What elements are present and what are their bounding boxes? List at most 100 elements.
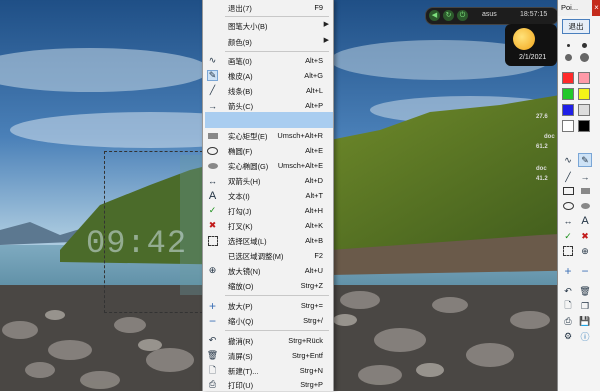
- copy-icon[interactable]: ❐: [578, 299, 592, 313]
- cross-icon[interactable]: ✖: [578, 229, 592, 243]
- info-icon[interactable]: ⓘ: [578, 329, 592, 343]
- text-icon: A: [208, 189, 217, 202]
- pointofix-palette: ∿ ✎ ╱ → ↔ A ✓ ✖ ⊕ + − ↶ 🗑 🗋 ❐ ⎙ 💾 ⚙ ⓘ: [557, 16, 600, 391]
- select-area-icon: [207, 235, 218, 246]
- menu-item-new[interactable]: 🗋 新建(T)... Strg+N: [203, 363, 333, 378]
- checkmark-icon: ✓: [208, 205, 217, 215]
- pen-icon: ∿: [208, 55, 217, 65]
- rect-icon[interactable]: [561, 184, 575, 198]
- power-icon[interactable]: ⏻: [457, 10, 468, 21]
- print-icon[interactable]: ⎙: [561, 314, 575, 328]
- menu-item-text[interactable]: A 文本(I) Alt+T: [203, 188, 333, 203]
- ellipse-icon[interactable]: [561, 199, 575, 213]
- line-icon: ╱: [209, 85, 216, 95]
- menu-item-zoom[interactable]: 缩放(O) Strg+Z: [203, 278, 333, 293]
- magnifier-icon[interactable]: ⊕: [578, 244, 592, 258]
- host-name: asus: [482, 11, 497, 18]
- menu-item-pen-size[interactable]: 图笔大小(B) ▶: [203, 18, 333, 33]
- weather-date: 2/1/2021: [519, 54, 547, 61]
- selection-rectangle[interactable]: [104, 151, 208, 313]
- print-icon: ⎙: [208, 379, 217, 389]
- menu-item-color[interactable]: 颜色(9) ▶: [203, 34, 333, 49]
- save-icon[interactable]: 💾: [578, 314, 592, 328]
- arrow-icon[interactable]: →: [578, 170, 592, 184]
- double-arrow-icon[interactable]: ↔: [561, 214, 575, 228]
- filled-rect-icon: [207, 130, 218, 141]
- pointofix-titlebar: Poi... ×: [557, 0, 600, 16]
- menu-item-pen[interactable]: ∿ 画笔(0) Alt+S: [203, 53, 333, 68]
- color-swatch-pink[interactable]: [578, 72, 590, 84]
- pen-size-xlarge[interactable]: [580, 53, 589, 62]
- new-file-icon[interactable]: 🗋: [561, 299, 575, 313]
- menu-item-print[interactable]: ⎙ 打印(U) Strg+P: [203, 377, 333, 392]
- menu-item-arrow[interactable]: → 箭头(C) Alt+P: [203, 98, 333, 113]
- back-icon[interactable]: ◀: [429, 10, 440, 21]
- menu-item-ellipse[interactable]: 椭圆(F) Alt+E: [203, 143, 333, 158]
- menu-hover-highlight: [205, 112, 333, 128]
- menu-item-select-area[interactable]: 选择区域(L) Alt+B: [203, 233, 333, 248]
- menu-item-cross[interactable]: ✖ 打叉(K) Alt+K: [203, 218, 333, 233]
- color-swatch-green[interactable]: [562, 88, 574, 100]
- checkmark-icon[interactable]: ✓: [561, 229, 575, 243]
- exit-button[interactable]: 退出: [562, 19, 590, 34]
- new-file-icon: 🗋: [208, 364, 217, 375]
- text-icon[interactable]: A: [578, 214, 592, 228]
- menu-item-exit[interactable]: 退出(7) F9: [203, 0, 333, 15]
- color-swatch-black[interactable]: [578, 120, 590, 132]
- zoom-in-icon[interactable]: +: [561, 264, 575, 278]
- filled-ellipse-icon[interactable]: [578, 199, 592, 213]
- undo-icon[interactable]: ↶: [561, 284, 575, 298]
- magnifier-icon: ⊕: [208, 265, 217, 275]
- menu-item-double-arrow[interactable]: ↔ 双箭头(H) Alt+D: [203, 173, 333, 188]
- menu-item-zoom-out[interactable]: − 缩小(Q) Strg+/: [203, 313, 333, 328]
- menu-item-adjust-selection[interactable]: 已选区域调整(M) F2: [203, 248, 333, 263]
- pen-size-large[interactable]: [565, 54, 572, 61]
- close-icon[interactable]: ×: [592, 0, 600, 16]
- system-time: 18:57:15: [520, 11, 548, 18]
- menu-item-magnifier[interactable]: ⊕ 放大镜(N) Alt+U: [203, 263, 333, 278]
- ellipse-icon: [207, 145, 218, 156]
- gauge-label: doc: [544, 134, 555, 140]
- menu-item-eraser[interactable]: ✎ 橡皮(A) Alt+G: [203, 68, 333, 83]
- gauge-value: 27.6: [536, 114, 548, 120]
- menu-item-clear[interactable]: 🗑 清屏(S) Strg+Entf: [203, 348, 333, 363]
- color-swatch-white[interactable]: [562, 120, 574, 132]
- menu-separator: [225, 295, 329, 296]
- cross-icon: ✖: [208, 220, 217, 230]
- menu-item-zoom-in[interactable]: + 放大(P) Strg+=: [203, 298, 333, 313]
- color-swatch-red[interactable]: [562, 72, 574, 84]
- zoom-out-icon[interactable]: −: [578, 264, 592, 278]
- submenu-arrow-icon: ▶: [323, 37, 329, 44]
- menu-item-filled-ellipse[interactable]: 实心椭圆(G) Umsch+Alt+E: [203, 158, 333, 173]
- line-icon[interactable]: ╱: [561, 170, 575, 184]
- gauge-label: doc: [536, 166, 547, 172]
- color-swatch-gray[interactable]: [578, 104, 590, 116]
- pen-size-medium[interactable]: [582, 43, 587, 48]
- menu-item-filled-rect[interactable]: 实心矩型(E) Umsch+Alt+R: [203, 128, 333, 143]
- menu-separator: [225, 330, 329, 331]
- trash-icon[interactable]: 🗑: [578, 284, 592, 298]
- arrow-icon: →: [208, 100, 217, 111]
- menu-item-line[interactable]: ╱ 线条(B) Alt+L: [203, 83, 333, 98]
- system-status-widget: ◀ ↻ ⏻ asus 18:57:15: [425, 7, 559, 25]
- select-area-icon[interactable]: [561, 244, 575, 258]
- color-swatch-blue[interactable]: [562, 104, 574, 116]
- gauge-value: 41.2: [536, 176, 548, 182]
- menu-item-undo[interactable]: ↶ 撤消(R) Strg+Rück: [203, 333, 333, 348]
- menu-separator: [225, 16, 329, 17]
- filled-ellipse-icon: [207, 160, 218, 171]
- undo-icon: ↶: [208, 335, 217, 345]
- zoom-in-icon: +: [208, 298, 216, 313]
- pen-icon[interactable]: ∿: [561, 153, 575, 167]
- double-arrow-icon: ↔: [208, 175, 217, 186]
- pen-size-small[interactable]: [567, 44, 570, 47]
- eraser-icon[interactable]: ✎: [578, 153, 592, 167]
- restart-icon[interactable]: ↻: [443, 10, 454, 21]
- settings-icon[interactable]: ⚙: [561, 329, 575, 343]
- pointofix-title: Poi...: [561, 3, 579, 12]
- menu-item-checkmark[interactable]: ✓ 打勾(J) Alt+H: [203, 203, 333, 218]
- sun-icon: [513, 28, 535, 50]
- filled-rect-icon[interactable]: [578, 184, 592, 198]
- trash-icon: 🗑: [206, 350, 219, 360]
- color-swatch-yellow[interactable]: [578, 88, 590, 100]
